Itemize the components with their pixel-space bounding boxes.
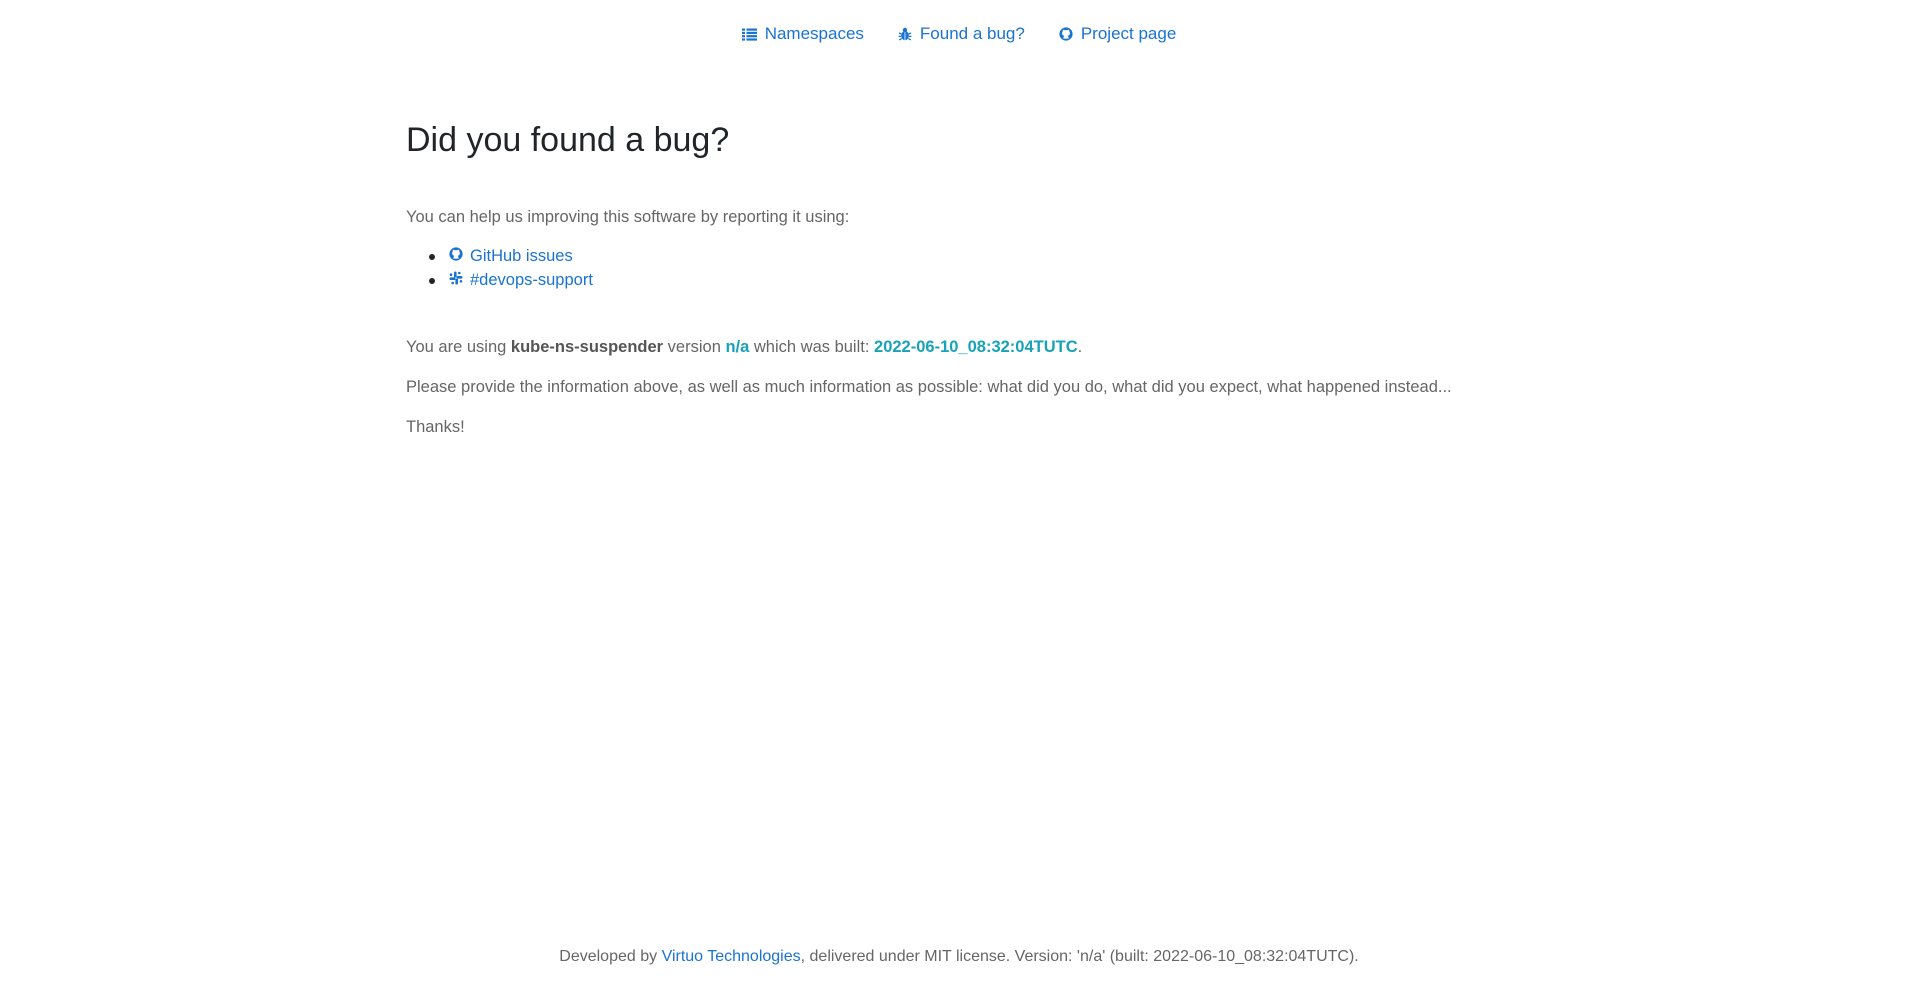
github-issues-link[interactable]: GitHub issues bbox=[449, 244, 573, 268]
intro-text: You can help us improving this software … bbox=[406, 208, 850, 226]
nav-project-page-label: Project page bbox=[1080, 24, 1177, 43]
version-info: You are using kube-ns-suspender version … bbox=[406, 336, 1506, 358]
thanks-text: Thanks! bbox=[406, 418, 465, 436]
footer-prefix: Developed by bbox=[559, 948, 662, 965]
bug-report-content: Did you found a bug? You can help us imp… bbox=[406, 118, 1506, 438]
version-info-suffix: . bbox=[1077, 338, 1083, 356]
slack-icon bbox=[449, 268, 463, 292]
github-issues-label: GitHub issues bbox=[470, 247, 573, 265]
nav-found-bug-link[interactable]: Found a bug? bbox=[898, 24, 1025, 44]
version-value: n/a bbox=[725, 338, 750, 356]
footer: Developed by Virtuo Technologies, delive… bbox=[0, 948, 1918, 966]
nav-namespaces-label: Namespaces bbox=[764, 24, 864, 43]
nav-project-page-link[interactable]: Project page bbox=[1059, 24, 1176, 44]
github-icon bbox=[1059, 27, 1073, 41]
top-navigation: Namespaces Found a bug? Project page bbox=[0, 24, 1918, 44]
list-icon bbox=[741, 28, 757, 41]
devops-support-link[interactable]: #devops-support bbox=[449, 268, 593, 292]
version-info-label: version bbox=[663, 338, 726, 356]
request-text: Please provide the information above, as… bbox=[406, 378, 1452, 396]
nav-namespaces-link[interactable]: Namespaces bbox=[741, 24, 864, 44]
app-name: kube-ns-suspender bbox=[510, 338, 664, 356]
page-title: Did you found a bug? bbox=[406, 121, 730, 159]
list-item: GitHub issues bbox=[429, 244, 1506, 268]
list-item: #devops-support bbox=[429, 268, 1506, 292]
nav-found-bug-label: Found a bug? bbox=[919, 24, 1025, 43]
devops-support-label: #devops-support bbox=[470, 271, 593, 289]
report-links-list: GitHub issues #devops-support bbox=[406, 244, 1506, 292]
github-icon bbox=[449, 244, 463, 268]
built-info-label: which was built: bbox=[749, 338, 875, 356]
bug-icon bbox=[898, 27, 912, 41]
version-info-prefix: You are using bbox=[406, 338, 511, 356]
footer-suffix: , delivered under MIT license. Version: … bbox=[800, 948, 1359, 965]
company-link[interactable]: Virtuo Technologies bbox=[662, 948, 801, 965]
build-timestamp: 2022-06-10_08:32:04TUTC bbox=[874, 338, 1078, 356]
